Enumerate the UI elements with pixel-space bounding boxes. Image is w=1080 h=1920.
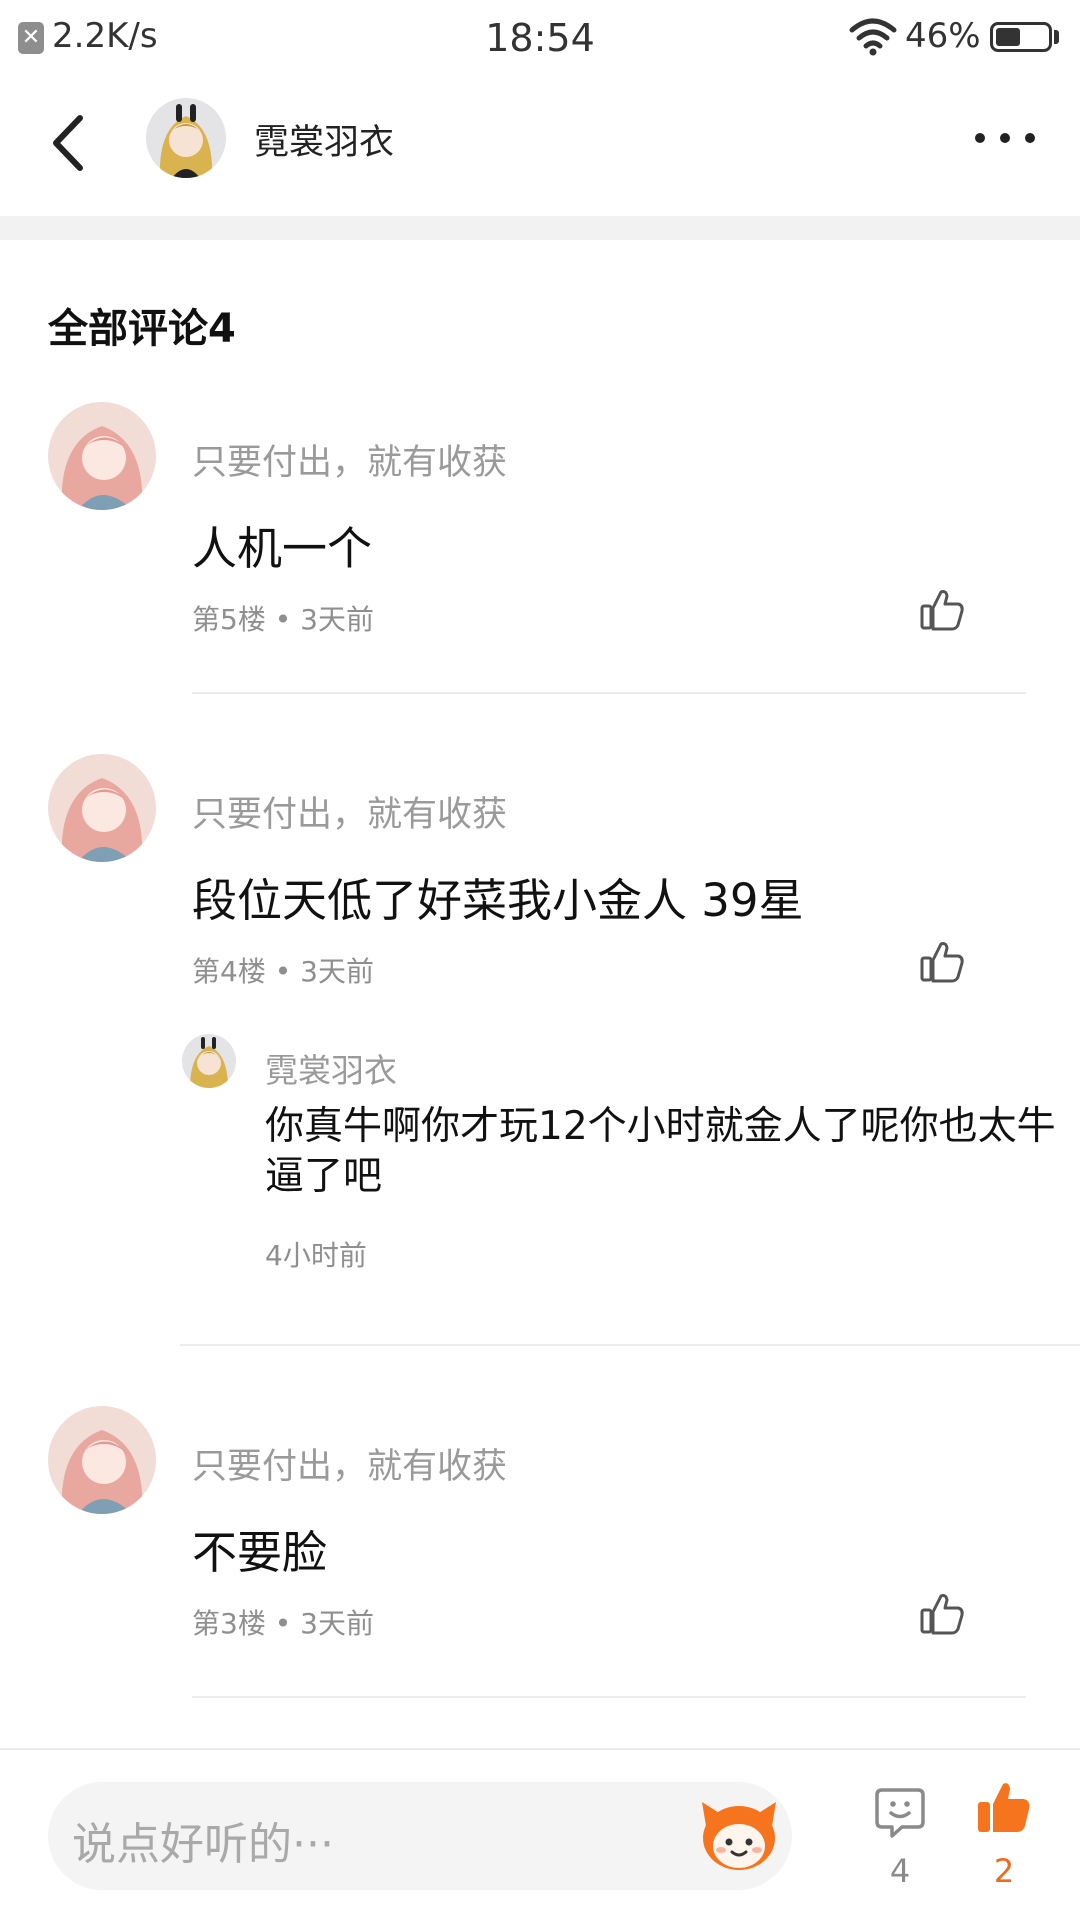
section-divider <box>0 216 1080 240</box>
back-chevron-left-icon[interactable] <box>42 108 102 178</box>
comment-separator <box>192 1696 1026 1698</box>
commenter-avatar[interactable] <box>48 1406 156 1514</box>
emoji-mascot-icon[interactable] <box>698 1796 780 1874</box>
reply-meta: 4小时前 <box>265 1239 367 1272</box>
author-name[interactable]: 霓裳羽衣 <box>254 114 394 165</box>
commenter-avatar[interactable] <box>48 402 156 510</box>
comment-text: 人机一个 <box>192 522 373 575</box>
reply-author-avatar[interactable] <box>182 1034 236 1088</box>
comment-separator <box>192 692 1026 694</box>
comment-text: 不要脸 <box>192 1526 328 1579</box>
comment-meta: 第3楼 • 3天前 <box>192 1607 374 1640</box>
more-dots-icon[interactable] <box>970 118 1040 158</box>
comment-meta: 第5楼 • 3天前 <box>192 603 374 636</box>
like-thumb-icon[interactable] <box>918 938 966 986</box>
all-comments-title: 全部评论4 <box>48 306 236 352</box>
battery-percent: 46% <box>905 16 981 56</box>
commenter-avatar[interactable] <box>48 754 156 862</box>
comment-count: 4 <box>889 1852 911 1890</box>
commenter-name[interactable]: 只要付出，就有收获 <box>192 1438 507 1489</box>
battery-icon <box>990 22 1052 52</box>
wifi-icon <box>849 18 897 56</box>
like-thumb-icon[interactable] <box>918 1590 966 1638</box>
commenter-name[interactable]: 只要付出，就有收获 <box>192 434 507 485</box>
battery-tip <box>1054 30 1059 44</box>
like-count: 2 <box>993 1852 1015 1890</box>
reply-author-name[interactable]: 霓裳羽衣 <box>265 1044 397 1092</box>
status-bar: ✕ 2.2K/s 18:54 46% <box>0 0 1080 76</box>
reply-text: 你真牛啊你才玩12个小时就金人了呢你也太牛逼了吧 <box>265 1104 1056 1199</box>
like-thumb-icon[interactable] <box>918 586 966 634</box>
comment-bubble-icon[interactable] <box>874 1786 926 1840</box>
comment-text: 段位天低了好菜我小金人 39星 <box>192 874 804 927</box>
comment-input-placeholder: 说点好听的··· <box>72 1819 334 1870</box>
comment-meta: 第4楼 • 3天前 <box>192 955 374 988</box>
commenter-name[interactable]: 只要付出，就有收获 <box>192 786 507 837</box>
bottom-bar-border <box>0 1748 1080 1750</box>
comment-separator <box>180 1344 1080 1346</box>
author-avatar[interactable] <box>146 98 226 178</box>
like-filled-icon[interactable] <box>976 1780 1032 1836</box>
